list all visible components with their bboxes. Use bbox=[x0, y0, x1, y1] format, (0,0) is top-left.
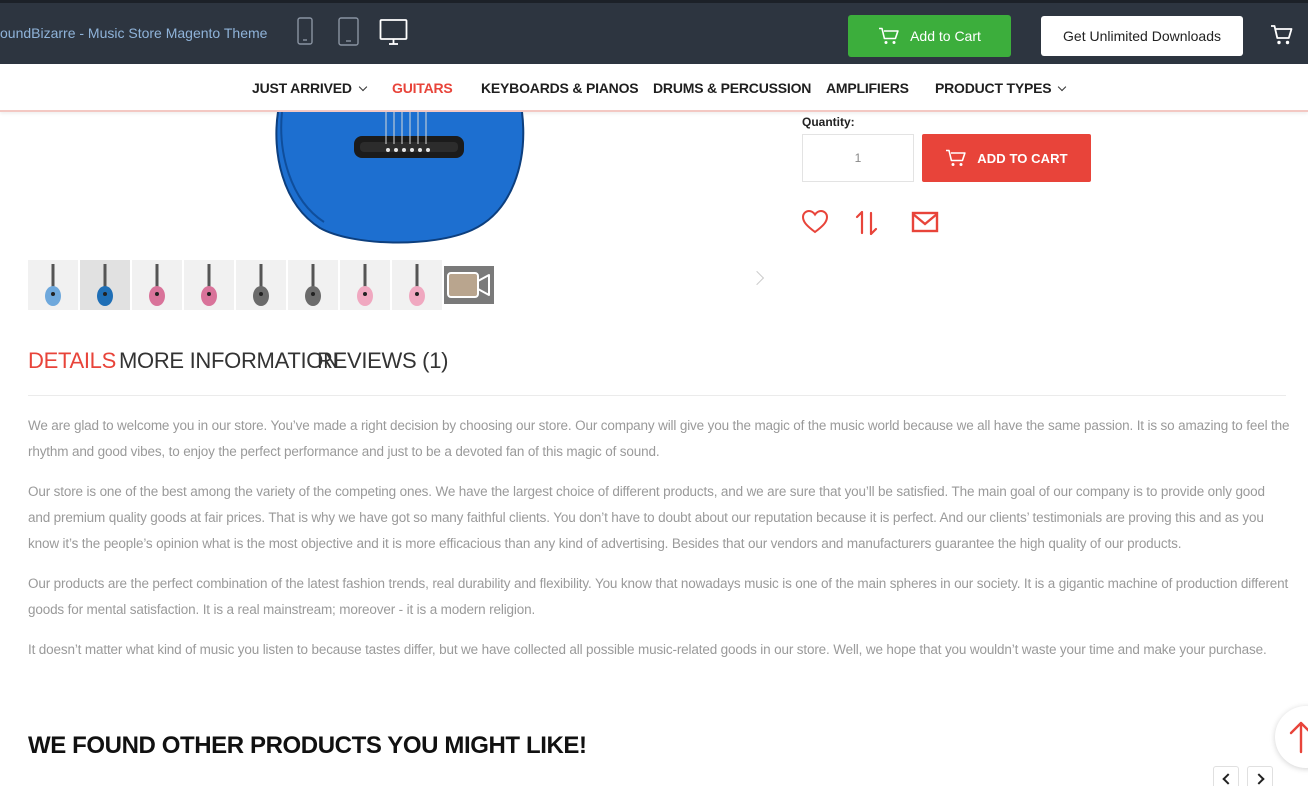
thumbnail[interactable] bbox=[392, 260, 442, 310]
guitar-thumbnail-image bbox=[357, 264, 373, 306]
video-thumbnail[interactable] bbox=[444, 266, 494, 304]
tab-reviews[interactable]: REVIEWS (1) bbox=[317, 348, 448, 374]
nav-label: KEYBOARDS & PIANOS bbox=[481, 80, 639, 96]
related-products-heading: WE FOUND OTHER PRODUCTS YOU MIGHT LIKE! bbox=[28, 732, 587, 759]
add-to-cart-label: Add to Cart bbox=[910, 28, 981, 44]
related-prev-button[interactable] bbox=[1213, 766, 1239, 786]
details-paragraph: Our store is one of the best among the v… bbox=[28, 484, 1265, 551]
details-paragraph: We are glad to welcome you in our store.… bbox=[28, 418, 1290, 459]
scroll-to-top-button[interactable] bbox=[1275, 706, 1308, 768]
details-paragraph: Our products are the perfect combination… bbox=[28, 576, 1289, 617]
thumbnail[interactable] bbox=[340, 260, 390, 310]
guitar-thumbnail-image bbox=[201, 264, 217, 306]
arrow-up-icon bbox=[1289, 721, 1308, 754]
nav-item-drums-percussion[interactable]: DRUMS & PERCUSSION bbox=[653, 80, 811, 96]
nav-item-guitars[interactable]: GUITARS bbox=[392, 80, 453, 96]
product-main-image[interactable] bbox=[272, 112, 528, 244]
desktop-view-icon[interactable] bbox=[379, 17, 409, 47]
thumbnail[interactable] bbox=[132, 260, 182, 310]
details-paragraph: It doesn’t matter what kind of music you… bbox=[28, 642, 1267, 657]
related-next-button[interactable] bbox=[1247, 766, 1273, 786]
thumbnail[interactable] bbox=[80, 260, 130, 310]
nav-label: DRUMS & PERCUSSION bbox=[653, 80, 812, 96]
main-navigation: JUST ARRIVED GUITARS KEYBOARDS & PIANOS … bbox=[0, 64, 1308, 112]
wishlist-heart-icon[interactable] bbox=[801, 208, 829, 236]
quantity-label: Quantity: bbox=[802, 115, 855, 129]
compare-icon[interactable] bbox=[853, 208, 881, 238]
add-to-cart-button[interactable]: ADD TO CART bbox=[922, 134, 1091, 182]
nav-item-amplifiers[interactable]: AMPLIFIERS bbox=[826, 80, 909, 96]
header-cart-icon[interactable] bbox=[1270, 24, 1294, 46]
guitar-thumbnail-image bbox=[97, 264, 113, 306]
cart-icon bbox=[879, 27, 899, 44]
get-unlimited-downloads-button[interactable]: Get Unlimited Downloads bbox=[1041, 16, 1243, 56]
guitar-thumbnail-image bbox=[45, 264, 61, 306]
chevron-down-icon bbox=[1058, 82, 1067, 92]
chevron-down-icon bbox=[358, 82, 368, 92]
nav-label: JUST ARRIVED bbox=[252, 80, 352, 96]
guitar-thumbnail-image bbox=[149, 264, 165, 306]
theme-preview-bar: oundBizarre - Music Store Magento Theme … bbox=[0, 0, 1308, 64]
chevron-left-icon bbox=[1222, 773, 1234, 785]
tablet-view-icon[interactable] bbox=[338, 17, 360, 47]
email-envelope-icon[interactable] bbox=[911, 208, 939, 236]
video-camera-icon bbox=[447, 272, 490, 298]
thumbnail[interactable] bbox=[184, 260, 234, 310]
nav-label: GUITARS bbox=[392, 80, 453, 96]
thumbnail[interactable] bbox=[28, 260, 78, 310]
thumbnails-next-arrow[interactable] bbox=[749, 270, 765, 286]
guitar-thumbnail-image bbox=[409, 264, 425, 306]
nav-item-product-types[interactable]: PRODUCT TYPES bbox=[935, 80, 1067, 96]
nav-label: PRODUCT TYPES bbox=[935, 80, 1052, 96]
theme-add-to-cart-button[interactable]: Add to Cart bbox=[848, 15, 1011, 57]
guitar-thumbnail-image bbox=[253, 264, 269, 306]
add-to-cart-label: ADD TO CART bbox=[977, 150, 1068, 166]
tab-more-information[interactable]: MORE INFORMATION bbox=[119, 348, 339, 374]
tabs-divider bbox=[28, 395, 1286, 396]
tab-details[interactable]: DETAILS bbox=[28, 348, 116, 374]
theme-title[interactable]: oundBizarre - Music Store Magento Theme bbox=[0, 25, 267, 41]
nav-item-keyboards-pianos[interactable]: KEYBOARDS & PIANOS bbox=[481, 80, 639, 96]
thumbnail[interactable] bbox=[288, 260, 338, 310]
mobile-view-icon[interactable] bbox=[297, 17, 313, 47]
details-content: We are glad to welcome you in our store.… bbox=[28, 413, 1290, 677]
nav-label: AMPLIFIERS bbox=[826, 80, 909, 96]
guitar-thumbnail-image bbox=[305, 264, 321, 306]
nav-item-just-arrived[interactable]: JUST ARRIVED bbox=[252, 80, 368, 96]
thumbnail[interactable] bbox=[236, 260, 286, 310]
chevron-right-icon bbox=[1253, 773, 1265, 785]
quantity-input[interactable] bbox=[802, 134, 914, 182]
cart-icon bbox=[946, 149, 966, 166]
product-thumbnails bbox=[28, 260, 494, 310]
